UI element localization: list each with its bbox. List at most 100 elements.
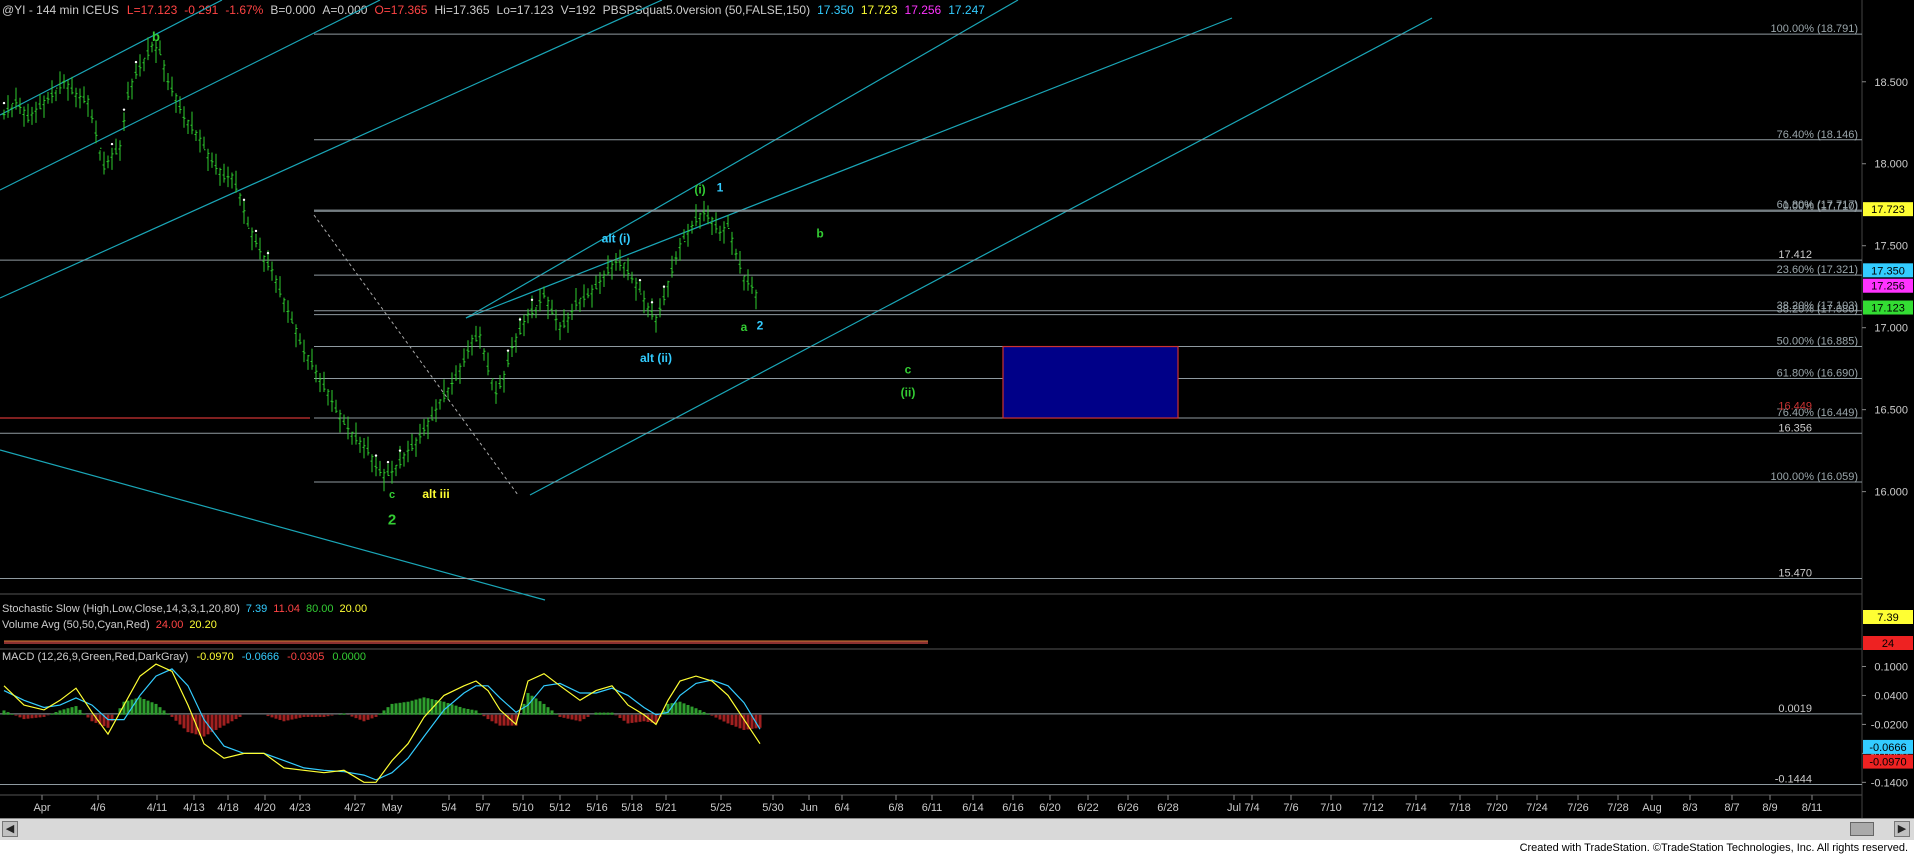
macd-histogram-bar: [82, 713, 86, 715]
macd-histogram-bar: [338, 714, 342, 715]
macd-histogram-bar: [62, 709, 66, 715]
date-tick-label: 5/21: [655, 802, 676, 814]
header-value: B=0.000: [270, 3, 315, 17]
date-tick-label: 6/28: [1157, 802, 1178, 814]
swing-marker: [254, 229, 258, 233]
macd-histogram-bar: [390, 703, 394, 715]
date-tick-label: Apr: [33, 802, 50, 814]
macd-histogram-bar: [610, 712, 614, 715]
wave-label: 2: [757, 318, 764, 332]
macd-signal-tag: -0.0666: [1869, 742, 1906, 754]
macd-histogram-bar: [626, 714, 630, 724]
macd-histogram-bar: [682, 703, 686, 715]
macd-histogram-bar: [266, 714, 270, 717]
macd-value: -0.0305: [287, 651, 324, 663]
header-value: 17.723: [861, 3, 898, 17]
fib-label: 100.00% (16.059): [1771, 471, 1858, 483]
date-tick-label: 4/27: [344, 802, 365, 814]
macd-histogram-bar: [542, 703, 546, 715]
wave-label: b: [152, 29, 160, 44]
macd-histogram-bar: [302, 714, 306, 717]
swing-marker: [398, 449, 402, 452]
macd-histogram-bar: [486, 714, 490, 720]
target-zone-rect: [1002, 345, 1179, 419]
macd-histogram-bar: [110, 714, 114, 722]
macd-histogram-bar: [734, 714, 738, 727]
date-tick-label: 5/12: [549, 802, 570, 814]
date-tick-label: 4/20: [254, 802, 275, 814]
macd-tag: -0.0970: [1869, 757, 1906, 769]
macd-histogram-bar: [10, 713, 14, 715]
macd-histogram-bar: [58, 710, 62, 715]
date-tick-label: May: [382, 802, 403, 814]
date-tick-label: 6/26: [1117, 802, 1138, 814]
macd-histogram-bar: [158, 707, 162, 715]
scrollbar-thumb[interactable]: [1850, 822, 1874, 836]
fib-label: 76.40% (18.146): [1777, 129, 1858, 141]
volume-bars: [4, 640, 928, 644]
macd-histogram-bar: [278, 714, 282, 720]
price-tick-label: 18.000: [1874, 159, 1908, 171]
macd-histogram-bar: [714, 714, 718, 718]
macd-histogram-bar: [702, 711, 706, 715]
header-value: L=17.123: [127, 3, 178, 17]
price-chart[interactable]: @YI - 144 min ICEUS L=17.123 -0.291 -1.67%…: [0, 0, 1914, 856]
swing-marker: [518, 318, 522, 321]
macd-histogram-bar: [46, 714, 50, 716]
macd-histogram-bar: [306, 714, 310, 717]
scroll-right-arrow-icon[interactable]: ▶: [1894, 821, 1910, 837]
stochastic-value: 80.00: [306, 603, 334, 615]
macd-histogram-bar: [490, 714, 494, 722]
macd-histogram-bar: [466, 708, 470, 715]
scroll-left-arrow-icon[interactable]: ◀: [2, 821, 18, 837]
date-tick-label: 7/4: [1244, 802, 1259, 814]
fib-label: 61.80% (16.690): [1777, 368, 1858, 380]
macd-histogram-bar: [594, 712, 598, 715]
stochastic-value: 7.39: [246, 603, 267, 615]
swing-marker: [110, 142, 114, 146]
macd-histogram-bar: [726, 714, 730, 724]
macd-histogram-bar: [86, 714, 90, 718]
macd-histogram-bar: [634, 714, 638, 723]
macd-histogram-bar: [74, 706, 78, 715]
wave-label: c: [905, 363, 912, 377]
macd-histogram-bar: [222, 714, 226, 726]
macd-histogram-bar: [394, 703, 398, 715]
macd-histogram-bar: [314, 714, 318, 717]
macd-histogram-bar: [238, 714, 242, 717]
macd-histogram-bar: [758, 714, 762, 728]
macd-histogram-bar: [166, 713, 170, 715]
volume-value: 20.20: [189, 619, 217, 631]
macd-histogram-bar: [454, 705, 458, 715]
date-tick-label: Jun: [800, 802, 818, 814]
wave-label: 1: [717, 181, 724, 195]
price-tag: 17.723: [1871, 204, 1905, 216]
macd-histogram-bar: [182, 714, 186, 729]
date-tick-label: 7/26: [1567, 802, 1588, 814]
macd-histogram-bar: [186, 714, 190, 733]
macd-value: -0.0970: [196, 651, 233, 663]
macd-histogram-bar: [274, 714, 278, 719]
macd-histogram-bar: [546, 707, 550, 715]
macd-histogram-bar: [730, 714, 734, 726]
swing-marker: [122, 108, 126, 111]
macd-value: 0.0000: [332, 651, 366, 663]
date-tick-label: 4/18: [217, 802, 238, 814]
swing-marker: [386, 460, 390, 464]
swing-marker: [2, 101, 6, 105]
date-tick-label: 8/7: [1724, 802, 1739, 814]
macd-histogram-bar: [310, 714, 314, 717]
macd-histogram-bar: [554, 713, 558, 715]
macd-histogram-bar: [718, 714, 722, 720]
date-tick-label: 7/6: [1283, 802, 1298, 814]
horizontal-scrollbar[interactable]: ◀ ▶: [0, 818, 1914, 841]
swing-marker: [506, 349, 510, 352]
wave-label: b: [816, 227, 823, 241]
macd-histogram-bar: [470, 709, 474, 715]
level-label: 16.356: [1778, 422, 1812, 434]
level-label: 17.412: [1778, 249, 1812, 261]
macd-histogram-bar: [402, 702, 406, 715]
date-tick-label: 4/13: [183, 802, 204, 814]
volume-value: 24.00: [156, 619, 184, 631]
macd-histogram-bar: [70, 707, 74, 715]
